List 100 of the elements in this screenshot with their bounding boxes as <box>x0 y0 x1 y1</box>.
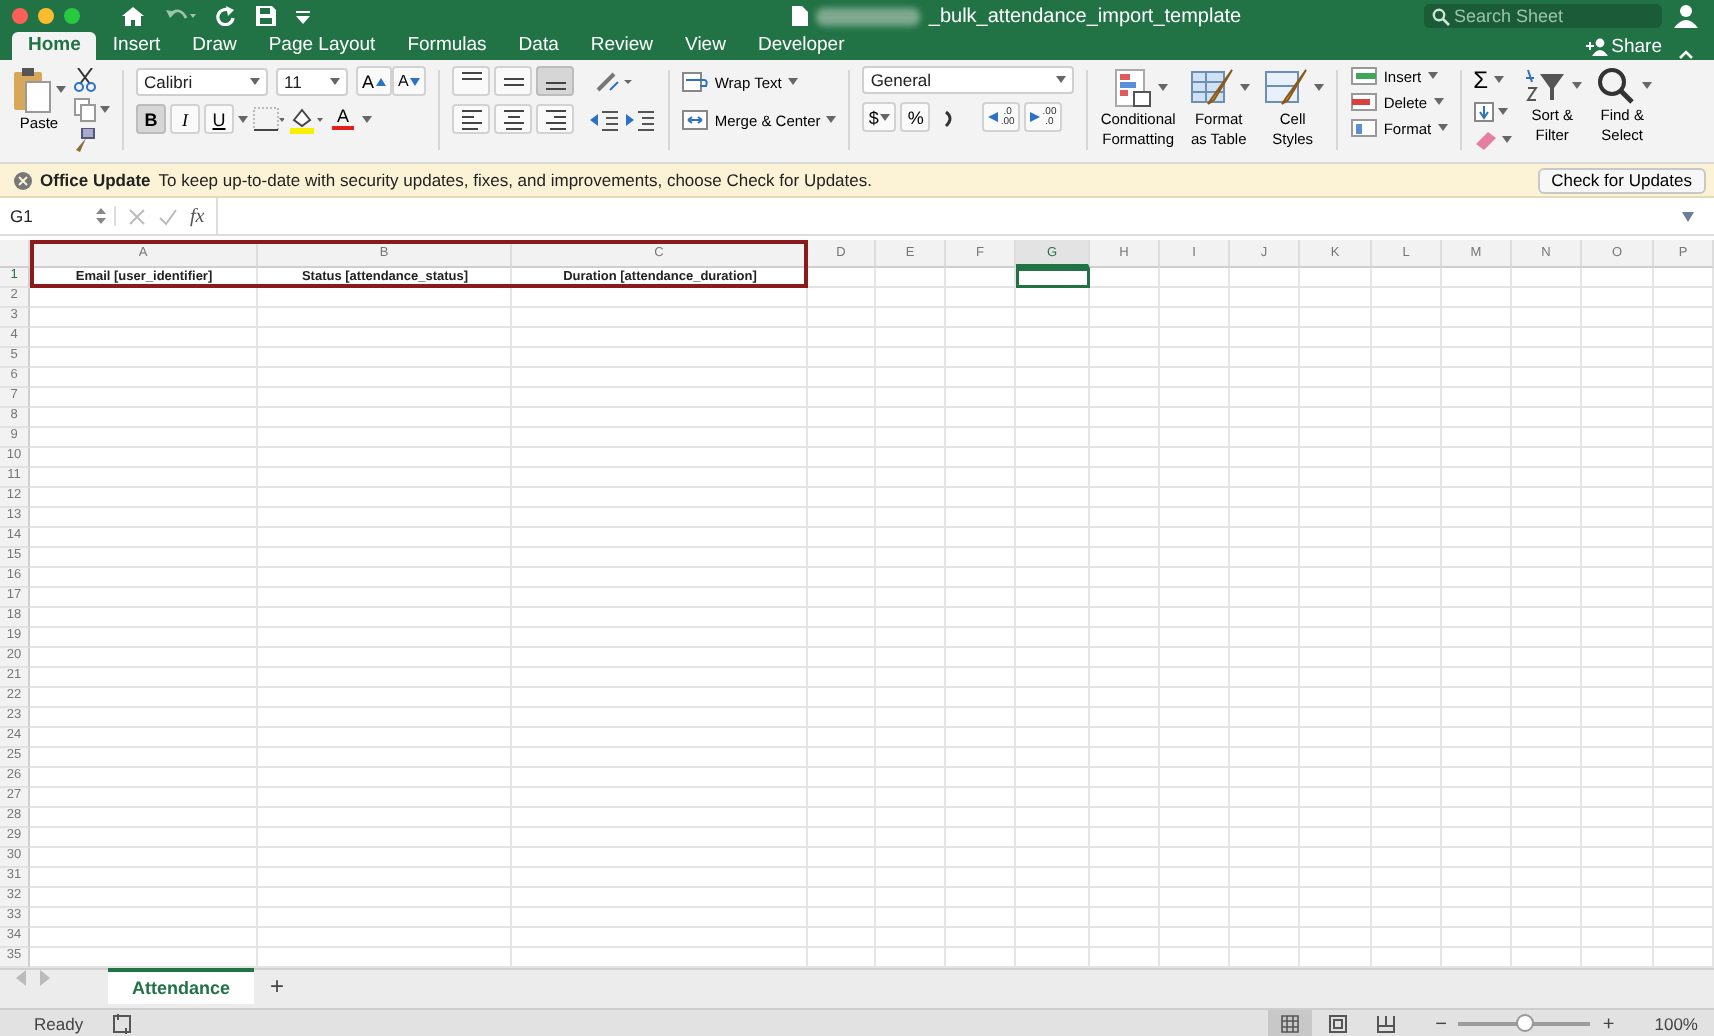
number-format-dropdown[interactable]: General <box>862 66 1075 94</box>
document-icon <box>792 6 809 26</box>
macro-record-icon[interactable] <box>111 1014 134 1034</box>
page-layout-icon[interactable] <box>1327 1014 1348 1034</box>
vertical-align-button[interactable] <box>452 66 491 96</box>
increase-indent-icon[interactable] <box>624 107 657 131</box>
clipboard-icon <box>12 66 52 114</box>
ribbon-tab[interactable]: Formulas <box>391 32 503 60</box>
format-cells-icon <box>1349 118 1378 138</box>
expand-icon[interactable] <box>1682 211 1694 221</box>
minimize-button[interactable] <box>38 8 54 24</box>
user-icon[interactable] <box>1674 4 1698 28</box>
search-field[interactable]: Search Sheet <box>1424 4 1662 28</box>
autosum-button[interactable]: Σ <box>1473 66 1512 94</box>
caret-icon[interactable] <box>1313 84 1324 92</box>
caret-icon[interactable] <box>250 77 260 85</box>
merge-cells-icon <box>682 110 709 130</box>
horizontal-align-button[interactable] <box>494 104 533 134</box>
ribbon-tab[interactable]: Review <box>574 32 670 60</box>
window-title: _bulk_attendance_import_template <box>928 5 1242 27</box>
horizontal-align-button[interactable] <box>536 104 575 134</box>
caret-icon[interactable] <box>1501 136 1512 144</box>
fill-color-icon[interactable] <box>288 105 324 133</box>
percent-button[interactable]: % <box>900 102 931 132</box>
up-triangle-icon <box>376 77 387 85</box>
font-color-button[interactable]: A <box>328 104 358 134</box>
caret-icon[interactable] <box>880 113 891 121</box>
italic-button[interactable]: I <box>170 104 200 134</box>
bold-button[interactable]: B <box>136 104 166 134</box>
arrow-icon <box>988 112 999 122</box>
caret-icon[interactable] <box>826 116 837 124</box>
update-message: To keep up-to-date with security updates, fixes, and improvements, choose Check for Updates. <box>158 170 872 190</box>
caret-icon[interactable] <box>1056 76 1067 84</box>
ribbon-tab[interactable]: Developer <box>741 32 861 60</box>
text-orientation-icon[interactable] <box>594 69 635 93</box>
search-icon <box>1593 66 1638 106</box>
fill-down-icon[interactable] <box>1473 102 1494 122</box>
caret-icon[interactable] <box>1157 84 1168 92</box>
ribbon-tab[interactable]: Draw <box>176 32 253 60</box>
format-painter-icon[interactable] <box>74 128 96 152</box>
shrink-font-button[interactable]: A <box>392 66 427 96</box>
home-icon[interactable] <box>122 6 144 26</box>
caret-icon[interactable] <box>56 86 66 94</box>
name-box[interactable]: G1 <box>10 206 116 226</box>
align-lines-icon <box>545 82 566 90</box>
horizontal-align-button[interactable] <box>452 104 491 134</box>
active-cell[interactable] <box>1016 268 1090 288</box>
caret-icon[interactable] <box>238 115 248 123</box>
caret-icon[interactable] <box>1494 76 1505 84</box>
blurred-name <box>816 7 921 25</box>
zoom-in-button[interactable]: + <box>1602 1013 1615 1035</box>
caret-icon[interactable] <box>330 77 340 85</box>
grid-view-icon[interactable] <box>1279 1014 1300 1034</box>
page-break-icon[interactable] <box>1375 1014 1396 1034</box>
grow-font-button[interactable]: A <box>356 66 393 96</box>
share-button[interactable]: Share <box>1573 33 1678 59</box>
zoom-button[interactable] <box>64 8 80 24</box>
caret-icon[interactable] <box>1571 82 1582 90</box>
sheet-tab[interactable]: Attendance <box>108 968 255 1004</box>
vertical-align-button[interactable] <box>536 66 575 96</box>
scissors-icon[interactable] <box>74 68 96 92</box>
caret-icon[interactable] <box>362 115 372 123</box>
zoom-slider-thumb[interactable] <box>1516 1014 1535 1032</box>
caret-icon[interactable] <box>1497 108 1508 116</box>
cell-brush-icon <box>1261 66 1310 110</box>
arrow-icon <box>1030 112 1041 122</box>
ribbon-tab[interactable]: Insert <box>96 32 177 60</box>
font-dropdown[interactable]: Calibri <box>136 67 268 95</box>
vertical-align-button[interactable] <box>494 66 533 96</box>
align-lines-icon <box>461 109 482 129</box>
font-size-dropdown[interactable]: 11 <box>276 67 348 95</box>
zoom-level: 100% <box>1654 1014 1698 1034</box>
caret-icon[interactable] <box>1239 84 1250 92</box>
redo-icon[interactable] <box>216 6 236 26</box>
caret-icon[interactable] <box>100 106 110 114</box>
caret-icon[interactable] <box>1641 82 1652 90</box>
add-person-icon <box>1585 37 1608 55</box>
check-updates-button[interactable]: Check for Updates <box>1537 167 1706 193</box>
ribbon-tab[interactable]: Home <box>12 32 97 60</box>
save-icon[interactable] <box>256 6 276 26</box>
ribbon-tab[interactable]: Page Layout <box>252 32 392 60</box>
checkmark-icon[interactable] <box>158 207 178 225</box>
collapse-ribbon-icon[interactable] <box>1678 48 1694 60</box>
stepper-icon <box>96 208 106 224</box>
caret-icon[interactable] <box>1427 72 1438 80</box>
status-text: Ready <box>34 1014 84 1034</box>
ribbon-tab[interactable]: View <box>669 32 742 60</box>
caret-icon[interactable] <box>787 78 798 86</box>
ribbon-tab[interactable]: Data <box>502 32 575 60</box>
add-sheet-button[interactable]: + <box>266 972 289 1000</box>
insert-function-button[interactable]: fx <box>190 205 205 227</box>
zoom-out-button[interactable]: − <box>1435 1013 1447 1035</box>
underline-button[interactable]: U <box>204 104 234 134</box>
caret-icon[interactable] <box>1437 124 1448 132</box>
caret-icon[interactable] <box>1433 98 1444 106</box>
currency-button[interactable]: $ <box>862 102 897 132</box>
close-icon[interactable] <box>14 171 32 189</box>
customize-menu-icon[interactable] <box>296 9 310 23</box>
borders-icon[interactable] <box>252 106 284 132</box>
decrease-indent-icon[interactable] <box>588 107 621 131</box>
